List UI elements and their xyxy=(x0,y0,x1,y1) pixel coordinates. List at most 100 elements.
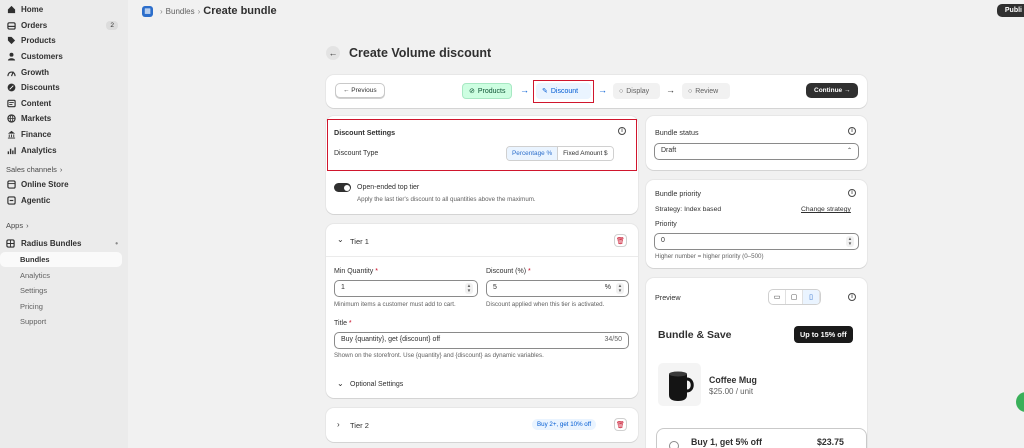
trash-icon[interactable]: 🗑 xyxy=(614,234,627,247)
sidebar-item-markets[interactable]: Markets xyxy=(0,111,128,127)
store-icon xyxy=(6,180,16,190)
chat-launcher[interactable] xyxy=(1016,392,1024,412)
trash-icon[interactable]: 🗑 xyxy=(614,418,627,431)
more-icon[interactable]: • xyxy=(115,239,118,248)
fixed-amount-option[interactable]: Fixed Amount $ xyxy=(558,147,613,160)
character-count: 34/50 xyxy=(604,336,622,343)
circle-icon: ○ xyxy=(688,87,693,95)
min-quantity-label: Min Quantity * xyxy=(334,268,378,275)
tier-1-card: ⌄ Tier 1 🗑 Min Quantity * 1 ▲ ▼ Minimum i… xyxy=(326,224,638,398)
bundle-widget-title: Bundle & Save xyxy=(658,329,732,341)
required-marker: * xyxy=(528,268,531,275)
continue-button[interactable]: Continue → xyxy=(806,83,859,98)
sidebar-subitem-bundles[interactable]: Bundles xyxy=(0,251,122,268)
sidebar-item-customers[interactable]: Customers xyxy=(0,49,128,65)
chevron-right-icon[interactable]: › xyxy=(337,420,340,429)
sidebar-item-online-store[interactable]: Online Store xyxy=(0,177,128,193)
sidebar-item-label: Orders xyxy=(21,20,48,30)
product-name: Coffee Mug xyxy=(709,375,757,385)
offer-option[interactable]: Buy 1, get 5% off $23.75 xyxy=(656,428,867,448)
tier-1-title: Tier 1 xyxy=(350,237,369,246)
preview-title: Preview xyxy=(655,293,681,302)
sidebar-item-label: Online Store xyxy=(21,180,69,190)
sidebar-item-label: Growth xyxy=(21,67,49,77)
apps-heading[interactable]: Apps › xyxy=(0,218,128,232)
sidebar-item-orders[interactable]: Orders 2 xyxy=(0,18,128,34)
priority-strategy: Strategy: Index based xyxy=(655,206,722,213)
divider xyxy=(326,256,638,257)
step-display[interactable]: ○ Display xyxy=(613,83,660,99)
wizard-stepper: ← Previous ⊘ Products → ✎ Discount → ○ Disp… xyxy=(326,75,867,108)
optional-settings-toggle[interactable]: Optional Settings xyxy=(350,381,403,388)
priority-input[interactable]: 0 ▲ ▼ xyxy=(654,233,859,250)
sidebar-subitem-analytics[interactable]: Analytics xyxy=(0,267,128,283)
bundle-status-select[interactable]: Draft ⌃ xyxy=(654,143,859,160)
tier-2-card[interactable]: › Tier 2 Buy 2+, get 10% off 🗑 xyxy=(326,408,638,442)
breadcrumb-bundles[interactable]: Bundles xyxy=(166,7,195,16)
chevron-right-icon: › xyxy=(160,6,163,16)
mobile-icon[interactable]: ▯ xyxy=(803,290,820,304)
change-strategy-link[interactable]: Change strategy xyxy=(801,206,851,213)
required-marker: * xyxy=(348,320,352,327)
coffee-mug-icon xyxy=(669,371,694,401)
step-review[interactable]: ○ Review xyxy=(682,83,730,99)
sidebar-item-label: Products xyxy=(21,36,56,46)
tablet-icon[interactable]: ▢ xyxy=(786,290,803,304)
stepper-icon[interactable]: ▲ ▼ xyxy=(846,236,854,247)
sidebar-item-analytics[interactable]: Analytics xyxy=(0,142,128,158)
discount-settings-card: Discount Settings i Discount Type Percen… xyxy=(326,116,638,214)
publish-button[interactable]: Publi xyxy=(996,4,1024,17)
sidebar-item-content[interactable]: Content xyxy=(0,96,128,112)
open-ended-help: Apply the last tier's discount to all qu… xyxy=(357,196,536,203)
back-arrow-icon[interactable]: ← xyxy=(326,46,340,60)
info-icon[interactable]: i xyxy=(848,293,856,301)
sidebar-item-label: Content xyxy=(21,98,52,108)
discount-input[interactable]: 5 % ▲ ▼ xyxy=(486,280,629,297)
discount-label: Discount (%) * xyxy=(486,268,531,275)
page-title: Create Volume discount xyxy=(349,46,492,60)
stepper-icon[interactable]: ▲ ▼ xyxy=(465,283,473,294)
bank-icon xyxy=(6,130,16,140)
orders-count-badge: 2 xyxy=(106,20,118,30)
sidebar-item-products[interactable]: Products xyxy=(0,33,128,49)
min-quantity-help: Minimum items a customer must add to car… xyxy=(334,301,456,308)
sidebar-item-label: Analytics xyxy=(21,145,57,155)
info-icon[interactable]: i xyxy=(848,127,856,135)
sidebar-item-finance[interactable]: Finance xyxy=(0,127,128,143)
chevron-down-icon[interactable]: ⌄ xyxy=(337,235,344,244)
info-icon[interactable]: i xyxy=(618,127,626,135)
chevron-down-icon[interactable]: ⌄ xyxy=(337,379,344,388)
orders-icon xyxy=(6,20,16,30)
priority-help: Higher number = higher priority (0–500) xyxy=(655,253,764,260)
sidebar-item-label: Home xyxy=(21,5,44,15)
priority-label: Priority xyxy=(655,221,677,228)
sales-channels-heading[interactable]: Sales channels › xyxy=(0,163,128,177)
sidebar-subitem-support[interactable]: Support xyxy=(0,314,128,330)
sidebar-item-home[interactable]: Home xyxy=(0,2,128,18)
desktop-icon[interactable]: ▭ xyxy=(769,290,786,304)
app-logo-icon: ▦ xyxy=(142,5,153,17)
chevron-right-icon: › xyxy=(59,165,63,175)
page-header: ← Create Volume discount xyxy=(326,46,491,60)
sidebar-item-label: Customers xyxy=(21,52,63,62)
radio-button[interactable] xyxy=(669,441,679,448)
growth-icon xyxy=(6,67,16,77)
info-icon[interactable]: i xyxy=(848,189,856,197)
sidebar-subitem-settings[interactable]: Settings xyxy=(0,283,128,299)
previous-button[interactable]: ← Previous xyxy=(335,83,385,98)
sidebar-item-growth[interactable]: Growth xyxy=(0,64,128,80)
sidebar-item-agentic[interactable]: Agentic xyxy=(0,193,128,209)
sidebar-subitem-pricing[interactable]: Pricing xyxy=(0,299,128,315)
min-quantity-input[interactable]: 1 ▲ ▼ xyxy=(334,280,478,297)
step-products[interactable]: ⊘ Products xyxy=(462,83,512,99)
open-ended-toggle[interactable] xyxy=(334,183,351,192)
chevron-right-icon: › xyxy=(26,220,29,230)
sidebar-app-radius-bundles[interactable]: Radius Bundles • xyxy=(0,236,128,252)
app-name: Radius Bundles xyxy=(21,239,82,249)
stepper-icon[interactable]: ▲ ▼ xyxy=(616,283,624,294)
required-marker: * xyxy=(375,268,378,275)
sidebar-item-discounts[interactable]: Discounts xyxy=(0,80,128,96)
percentage-option[interactable]: Percentage % xyxy=(507,147,559,160)
title-input[interactable]: Buy {quantity}, get {discount} off 34/50 xyxy=(334,332,629,349)
circle-icon: ○ xyxy=(619,87,624,95)
